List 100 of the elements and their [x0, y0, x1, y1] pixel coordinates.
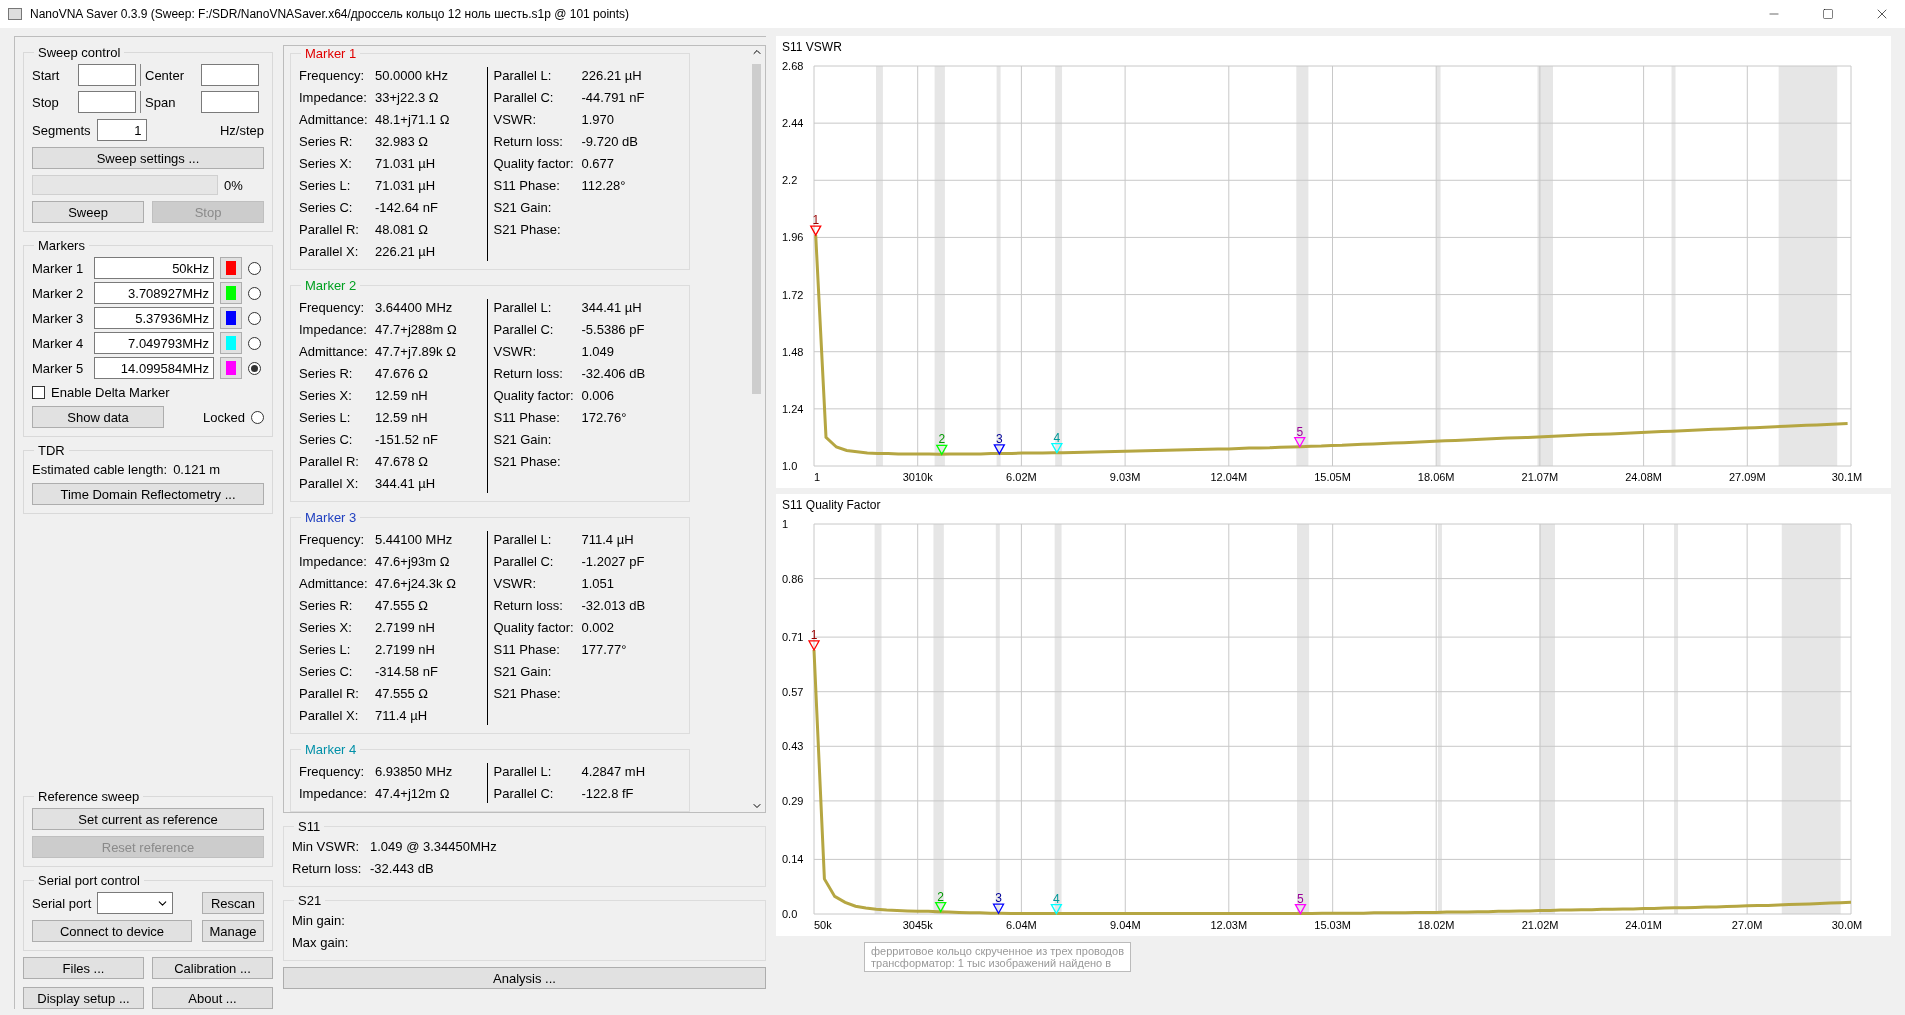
menu-button[interactable]: Files ... [23, 957, 144, 979]
span-field[interactable] [201, 91, 259, 113]
field-label: Parallel R: [299, 221, 360, 239]
field-value: 2.7199 nH [375, 619, 436, 637]
locked-radio[interactable] [251, 410, 264, 424]
field-label: VSWR: [493, 575, 538, 593]
axis-tick-label: 12.04M [1210, 471, 1248, 483]
field-label: Series R: [299, 597, 354, 615]
field-value: 47.4+j12m Ω [375, 785, 451, 803]
field-label: Impedance: [299, 321, 368, 339]
axis-tick-label: 0.43 [782, 740, 804, 753]
axis-tick-label: 2.68 [782, 60, 804, 72]
field-value: 48.1+j71.1 Ω [375, 111, 451, 129]
marker-frequency-field[interactable]: 3.708927MHz [94, 282, 214, 304]
field-value: 47.6+j24.3k Ω [375, 575, 457, 593]
tdr-button[interactable]: Time Domain Reflectometry ... [32, 483, 264, 505]
field-label: Series R: [299, 133, 354, 151]
axis-tick-label: 0.57 [782, 685, 804, 698]
marker-label: Marker 2 [32, 285, 85, 301]
color-button[interactable] [220, 357, 242, 379]
marker-radio[interactable] [248, 336, 261, 350]
color-button[interactable] [220, 332, 242, 354]
axis-tick-label: 18.02M [1417, 919, 1455, 931]
stop-field[interactable] [78, 91, 136, 113]
marker-frequency-field[interactable]: 7.049793MHz [94, 332, 214, 354]
field-label: S21 Phase: [493, 453, 562, 471]
marker-frequency-field[interactable]: 14.099584MHz [94, 357, 214, 379]
manage-button[interactable]: Manage [202, 920, 264, 942]
marker-frequency-field[interactable]: 5.37936MHz [94, 307, 214, 329]
marker-number: 4 [1053, 891, 1060, 906]
axis-tick-label: 1 [782, 518, 789, 530]
group-title: S11 [297, 819, 322, 834]
field-value: 112.28° [581, 177, 627, 195]
center-field[interactable] [201, 64, 259, 86]
start-field[interactable] [78, 64, 136, 86]
field-value: 1.051 [581, 575, 616, 593]
reference-button[interactable]: Set current as reference [32, 808, 264, 830]
segments-field[interactable]: 1 [96, 119, 147, 141]
group-title: Marker 1 [304, 46, 358, 61]
field-label: Quality factor: [493, 619, 575, 637]
axis-tick-label: 3010k [902, 471, 933, 483]
axis-tick-label: 9.04M [1110, 919, 1141, 931]
field-label: Frequency: [299, 299, 366, 317]
color-button[interactable] [220, 307, 242, 329]
sweep-button[interactable]: Sweep [32, 201, 144, 223]
scrollbar-thumb[interactable] [752, 64, 761, 394]
checkbox[interactable] [32, 386, 45, 399]
marker-radio[interactable] [248, 361, 261, 375]
axis-tick-label: 12.03M [1210, 919, 1248, 931]
maximize-icon[interactable] [1822, 8, 1834, 20]
field-label: Return loss: [292, 860, 363, 878]
marker-number: 1 [812, 213, 820, 228]
axis-tick-label: 30.1M [1831, 471, 1863, 483]
checkbox-label: Enable Delta Marker [51, 385, 170, 400]
field-label: Segments [32, 122, 91, 138]
tooltip-text: ферритовое кольцо скрученное из трех проводов [871, 945, 1124, 957]
field-label: S21 Gain: [493, 199, 553, 217]
connect-button[interactable]: Connect to device [32, 920, 192, 942]
axis-tick-label: 6.04M [1006, 919, 1037, 931]
field-value: 1.049 [581, 343, 616, 361]
color-button[interactable] [220, 257, 242, 279]
field-value: 3.64400 MHz [375, 299, 454, 317]
field-label: Parallel L: [493, 531, 553, 549]
field-label: Parallel X: [299, 475, 360, 493]
app-icon [8, 8, 22, 20]
marker-triangle-icon [935, 444, 948, 456]
show-data-button[interactable]: Show data [32, 406, 164, 428]
marker-radio[interactable] [248, 261, 261, 275]
group-title: Markers [37, 238, 86, 253]
field-label: VSWR: [493, 111, 538, 129]
marker-number: 2 [937, 889, 945, 904]
field-label: S21 Gain: [493, 431, 553, 449]
field-label: Series R: [299, 365, 354, 383]
axis-tick-label: 1 [814, 471, 821, 483]
analysis-button[interactable]: Analysis ... [283, 967, 766, 989]
axis-tick-label: 50k [814, 919, 832, 931]
sweep-settings-button[interactable]: Sweep settings ... [32, 147, 264, 169]
menu-button[interactable]: Calibration ... [152, 957, 273, 979]
field-label: Quality factor: [493, 387, 575, 405]
field-label: VSWR: [493, 343, 538, 361]
marker-label: Marker 4 [32, 335, 85, 351]
marker-radio[interactable] [248, 286, 261, 300]
field-value: 226.21 µH [581, 67, 643, 85]
field-label: Series C: [299, 431, 354, 449]
marker-frequency-field[interactable]: 50kHz [94, 257, 214, 279]
field-label: Series L: [299, 641, 352, 659]
field-label: Series C: [299, 663, 354, 681]
serial-port-dropdown[interactable] [97, 892, 174, 914]
rescan-button[interactable]: Rescan [202, 892, 264, 914]
field-label: Parallel X: [299, 243, 360, 261]
field-value: 0.006 [581, 387, 616, 405]
menu-button[interactable]: Display setup ... [23, 987, 144, 1009]
field-value: 226.21 µH [375, 243, 437, 261]
field-value: 5.44100 MHz [375, 531, 454, 549]
marker-radio[interactable] [248, 311, 261, 325]
axis-tick-label: 0.0 [782, 908, 798, 920]
menu-button[interactable]: About ... [152, 987, 273, 1009]
field-label: Parallel R: [299, 685, 360, 703]
color-button[interactable] [220, 282, 242, 304]
group-title: S21 [297, 893, 323, 908]
